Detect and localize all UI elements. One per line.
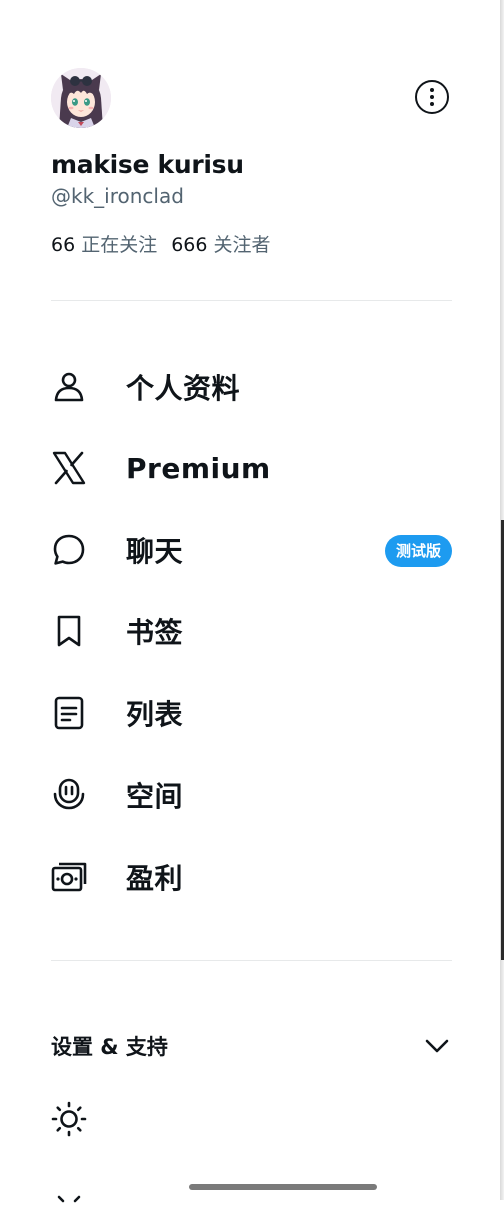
money-icon <box>51 859 87 895</box>
menu-label-lists: 列表 <box>126 698 184 731</box>
following-count: 66 <box>51 234 76 256</box>
menu-label-profile: 个人资料 <box>126 372 241 405</box>
menu-label-chat: 聊天 <box>126 535 184 568</box>
beta-badge: 测试版 <box>384 535 452 567</box>
person-icon <box>51 369 87 405</box>
follow-stats: 66 正在关注 666 关注者 <box>51 230 270 257</box>
more-circle-icon <box>430 88 434 106</box>
menu-label-premium: Premium <box>126 451 271 485</box>
bookmark-icon <box>51 613 87 649</box>
menu-item-chat[interactable]: 聊天 测试版 <box>51 525 452 575</box>
home-indicator[interactable] <box>189 1184 377 1190</box>
chat-bubble-icon <box>51 532 87 568</box>
settings-support-title: 设置 & 支持 <box>51 1035 168 1059</box>
following-label: 正在关注 <box>81 234 158 256</box>
menu-item-premium[interactable]: Premium <box>51 443 452 493</box>
user-handle: @kk_ironclad <box>51 184 184 208</box>
menu-item-profile[interactable]: 个人资料 <box>51 362 452 412</box>
microphone-spaces-icon <box>51 777 87 813</box>
avatar-image <box>51 68 111 128</box>
following-link[interactable]: 66 正在关注 <box>51 230 157 257</box>
avatar[interactable] <box>51 68 111 128</box>
menu-label-monetization: 盈利 <box>126 862 184 895</box>
followers-label: 关注者 <box>213 234 271 256</box>
clipped-top-content <box>0 0 500 4</box>
menu-item-lists[interactable]: 列表 <box>51 688 452 738</box>
display-name[interactable]: makise kurisu <box>51 150 244 179</box>
chevron-down-icon <box>424 1034 450 1062</box>
followers-link[interactable]: 666 关注者 <box>171 230 270 257</box>
menu-item-monetization[interactable]: 盈利 <box>51 852 452 902</box>
sun-icon[interactable] <box>51 1101 87 1141</box>
drawer-edge <box>500 0 504 1200</box>
more-options-button[interactable] <box>415 80 449 114</box>
menu-item-spaces[interactable]: 空间 <box>51 770 452 820</box>
divider <box>51 300 452 301</box>
settings-support-toggle[interactable]: 设置 & 支持 <box>51 1028 452 1064</box>
x-logo-icon <box>51 450 87 486</box>
menu-item-bookmarks[interactable]: 书签 <box>51 606 452 656</box>
navigation-drawer: makise kurisu @kk_ironclad 66 正在关注 666 关注者… <box>0 0 500 1203</box>
list-document-icon <box>51 695 87 731</box>
divider <box>51 960 452 961</box>
menu-label-spaces: 空间 <box>126 780 184 813</box>
menu-label-bookmarks: 书签 <box>126 616 184 649</box>
followers-count: 666 <box>171 234 208 256</box>
